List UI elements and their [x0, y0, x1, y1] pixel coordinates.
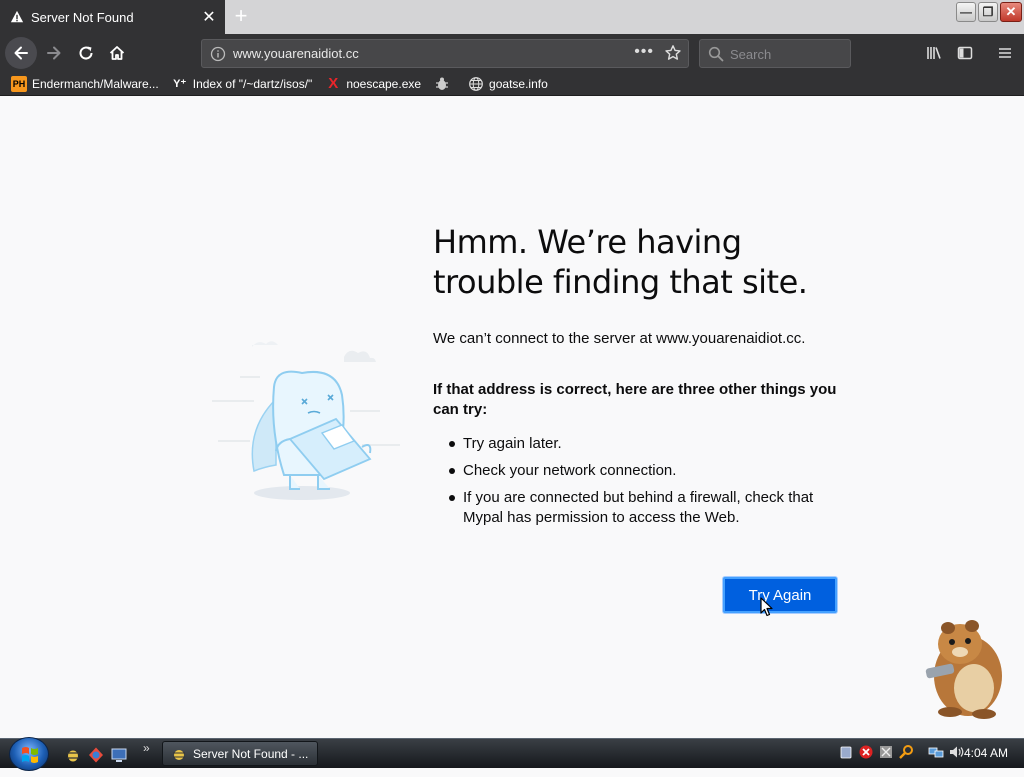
sidebar-button[interactable] — [951, 39, 979, 67]
bookmark-item[interactable]: Y⁺ Index of "/~dartz/isos/" — [172, 76, 313, 92]
navigation-toolbar: www.youarenaidiot.cc ••• — [0, 34, 1024, 72]
suggestions-heading: If that address is correct, here are thr… — [433, 381, 837, 418]
x-icon: X — [328, 75, 339, 92]
globe-icon — [469, 76, 483, 91]
minimize-icon: — — [960, 5, 972, 19]
sidebar-icon — [957, 46, 973, 60]
network-icon[interactable] — [928, 744, 944, 760]
windows-logo-icon — [22, 747, 38, 763]
library-icon — [927, 47, 941, 59]
minimize-button[interactable]: — — [956, 2, 976, 22]
volume-icon[interactable] — [948, 744, 964, 760]
library-button[interactable] — [920, 39, 948, 67]
close-icon: ✕ — [1005, 4, 1017, 19]
battery-icon[interactable] — [838, 744, 854, 760]
windows-taskbar: » Server Not Found - ... 4:04 AM — [0, 737, 1024, 771]
page-actions-icon[interactable]: ••• — [634, 43, 654, 61]
restore-button[interactable]: ❐ — [978, 2, 998, 22]
error-description: We can’t connect to the server at www.yo… — [433, 330, 806, 347]
tab-close-icon[interactable]: ✕ — [197, 7, 221, 27]
back-button[interactable] — [5, 37, 37, 69]
new-tab-button[interactable]: + — [228, 4, 254, 30]
suggestion-item: Check your network connection. — [449, 461, 839, 481]
app-tray-icon[interactable] — [878, 744, 894, 760]
bug-icon — [173, 749, 185, 760]
quicklaunch-overflow-icon[interactable]: » — [143, 741, 150, 755]
system-tray — [838, 744, 964, 760]
bug-icon — [67, 750, 79, 762]
bug-icon — [436, 77, 449, 90]
ph-icon: PH — [11, 75, 27, 92]
mouse-cursor-icon — [760, 597, 773, 617]
bookmark-label: goatse.info — [489, 76, 548, 91]
dinosaur-illustration — [212, 341, 400, 500]
quicklaunch-item[interactable] — [110, 746, 128, 764]
home-button[interactable] — [103, 39, 131, 67]
bookmark-item[interactable]: PH Endermanch/Malware... — [11, 75, 159, 92]
suggestion-item: Try again later. — [449, 434, 839, 454]
reload-button[interactable] — [72, 39, 100, 67]
search-input[interactable] — [730, 44, 845, 64]
bookmark-item[interactable]: X noescape.exe — [325, 75, 422, 92]
warning-icon — [10, 10, 24, 23]
browser-icon — [89, 747, 103, 763]
start-button[interactable] — [9, 737, 49, 771]
bookmark-star-icon[interactable] — [664, 44, 682, 62]
menu-button[interactable] — [991, 39, 1019, 67]
bookmark-label: Endermanch/Malware... — [32, 76, 159, 91]
bookmark-item[interactable] — [434, 76, 455, 92]
hamster-mascot — [925, 620, 1002, 719]
error-heading: Hmm. We’re having trouble finding that s… — [433, 223, 808, 301]
taskbar-button-label: Server Not Found - ... — [193, 746, 309, 761]
search-icon — [708, 46, 724, 62]
suggestions-list: Try again later. Check your network conn… — [449, 434, 839, 535]
bookmarks-toolbar: PH Endermanch/Malware... Y⁺ Index of "/~… — [0, 72, 1024, 96]
tab-title: Server Not Found — [31, 9, 134, 25]
url-text[interactable]: www.youarenaidiot.cc — [233, 46, 359, 61]
arrow-left-icon — [14, 46, 28, 60]
search-bar[interactable] — [699, 39, 851, 68]
tab-strip: Server Not Found ✕ + — ❐ ✕ — [0, 0, 1024, 34]
window-controls: — ❐ ✕ — [956, 2, 1022, 22]
reload-icon — [79, 46, 93, 60]
taskbar-button-browser[interactable]: Server Not Found - ... — [162, 741, 318, 766]
try-again-button[interactable]: Try Again — [723, 577, 837, 613]
bookmark-label: noescape.exe — [346, 76, 422, 91]
home-icon — [109, 46, 125, 60]
arrow-right-icon — [47, 46, 61, 60]
tray-spacer — [918, 744, 924, 760]
info-icon[interactable] — [210, 46, 226, 62]
forward-button[interactable] — [40, 39, 68, 67]
torch-icon[interactable] — [898, 744, 914, 760]
bookmark-label: Index of "/~dartz/isos/" — [192, 76, 313, 91]
bookmark-item[interactable]: goatse.info — [468, 76, 548, 92]
yc-icon: Y⁺ — [173, 78, 187, 90]
restore-icon: ❐ — [982, 5, 994, 19]
suggestion-item: If you are connected but behind a firewa… — [449, 488, 839, 528]
quicklaunch-item[interactable] — [87, 746, 105, 764]
window-close-button[interactable]: ✕ — [1000, 2, 1022, 22]
quicklaunch-item[interactable] — [64, 746, 82, 764]
tab-server-not-found[interactable]: Server Not Found ✕ — [0, 0, 225, 34]
hamburger-icon — [999, 48, 1011, 58]
address-bar[interactable]: www.youarenaidiot.cc ••• — [201, 39, 689, 68]
system-clock[interactable]: 4:04 AM — [964, 746, 1008, 760]
security-alert-icon[interactable] — [858, 744, 874, 760]
show-desktop-icon — [111, 748, 127, 762]
